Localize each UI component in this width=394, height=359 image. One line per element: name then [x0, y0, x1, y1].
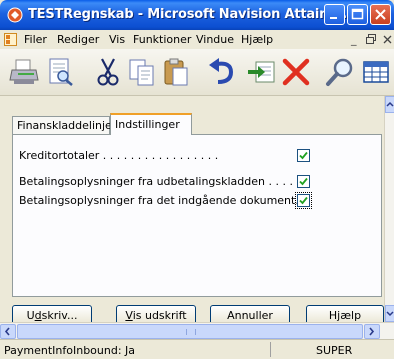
close-icon	[375, 9, 386, 20]
maximize-button[interactable]	[347, 4, 368, 25]
cut-icon[interactable]	[92, 56, 124, 88]
menu-hjaelp[interactable]: Hjælp	[241, 33, 273, 46]
chevron-up-icon	[386, 101, 394, 107]
scroll-right-button[interactable]	[364, 324, 380, 339]
field-label-betaling-udbetaling: Betalingsoplysninger fra udbetalingsklad…	[19, 175, 293, 188]
window-title: TESTRegnskab - Microsoft Navision Attain…	[28, 7, 357, 22]
preview-icon[interactable]	[44, 56, 76, 88]
paste-icon[interactable]	[160, 56, 192, 88]
find-icon[interactable]	[324, 56, 356, 88]
field-label-kreditortotaler: Kreditortotaler . . . . . . . . . . . . …	[19, 149, 219, 162]
print-icon[interactable]	[8, 56, 40, 88]
horizontal-scrollbar[interactable]	[0, 322, 394, 339]
minimize-icon	[330, 17, 337, 19]
status-divider	[270, 342, 271, 357]
navision-app-icon	[7, 7, 23, 23]
field-label-betaling-indgaaende: Betalingsoplysninger fra det indgående d…	[19, 194, 306, 207]
checkmark-icon	[299, 177, 308, 186]
insert-icon[interactable]	[246, 56, 278, 88]
copy-icon[interactable]	[126, 56, 158, 88]
betaling-indgaaende-checkbox[interactable]	[295, 192, 312, 209]
checkmark-icon	[299, 196, 308, 205]
form-area: Finanskladdelinje Indstillinger Kreditor…	[0, 96, 384, 326]
maximize-icon	[351, 8, 364, 20]
scroll-up-button[interactable]	[385, 96, 394, 113]
status-field-info: PaymentInfoInbound: Ja	[4, 344, 136, 357]
mdi-close-icon[interactable]	[383, 35, 392, 44]
scroll-grip	[186, 329, 196, 335]
mdi-minimize-button[interactable]: _	[351, 33, 357, 46]
scroll-down-button[interactable]	[385, 305, 394, 322]
tab-label: Finanskladdelinje	[17, 119, 112, 132]
delete-icon[interactable]	[280, 56, 312, 88]
settings-panel: Kreditortotaler . . . . . . . . . . . . …	[12, 134, 382, 297]
menu-filer[interactable]: Filer	[24, 33, 47, 46]
checkmark-icon	[299, 151, 308, 160]
vertical-scrollbar[interactable]	[384, 96, 394, 322]
chevron-left-icon	[4, 327, 10, 336]
menu-vindue[interactable]: Vindue	[196, 33, 234, 46]
status-user: SUPER	[316, 344, 353, 357]
chevron-right-icon	[369, 327, 375, 336]
table-icon[interactable]	[360, 56, 392, 88]
menu-vis[interactable]: Vis	[109, 33, 125, 46]
undo-icon[interactable]	[206, 56, 238, 88]
chevron-down-icon	[386, 311, 394, 317]
menu-funktioner[interactable]: Funktioner	[133, 33, 191, 46]
toolbar	[0, 49, 394, 96]
minimize-button[interactable]	[324, 4, 345, 25]
menu-bar: Filer Rediger Vis Funktioner Vindue Hjæl…	[0, 30, 394, 49]
document-menu-icon[interactable]	[4, 33, 17, 46]
menu-rediger[interactable]: Rediger	[57, 33, 99, 46]
close-button[interactable]	[370, 4, 391, 25]
scroll-left-button[interactable]	[0, 324, 16, 339]
betaling-udbetaling-checkbox[interactable]	[297, 175, 310, 188]
status-bar: PaymentInfoInbound: Ja SUPER	[0, 339, 394, 359]
kreditortotaler-checkbox[interactable]	[297, 149, 310, 162]
mdi-restore-icon[interactable]	[366, 34, 376, 44]
title-bar[interactable]: TESTRegnskab - Microsoft Navision Attain…	[0, 0, 394, 30]
tab-label: Indstillinger	[115, 118, 180, 131]
horizontal-scroll-thumb[interactable]	[17, 324, 363, 339]
tab-finanskladdelinje[interactable]: Finanskladdelinje	[12, 116, 112, 134]
tab-indstillinger[interactable]: Indstillinger	[110, 113, 192, 135]
